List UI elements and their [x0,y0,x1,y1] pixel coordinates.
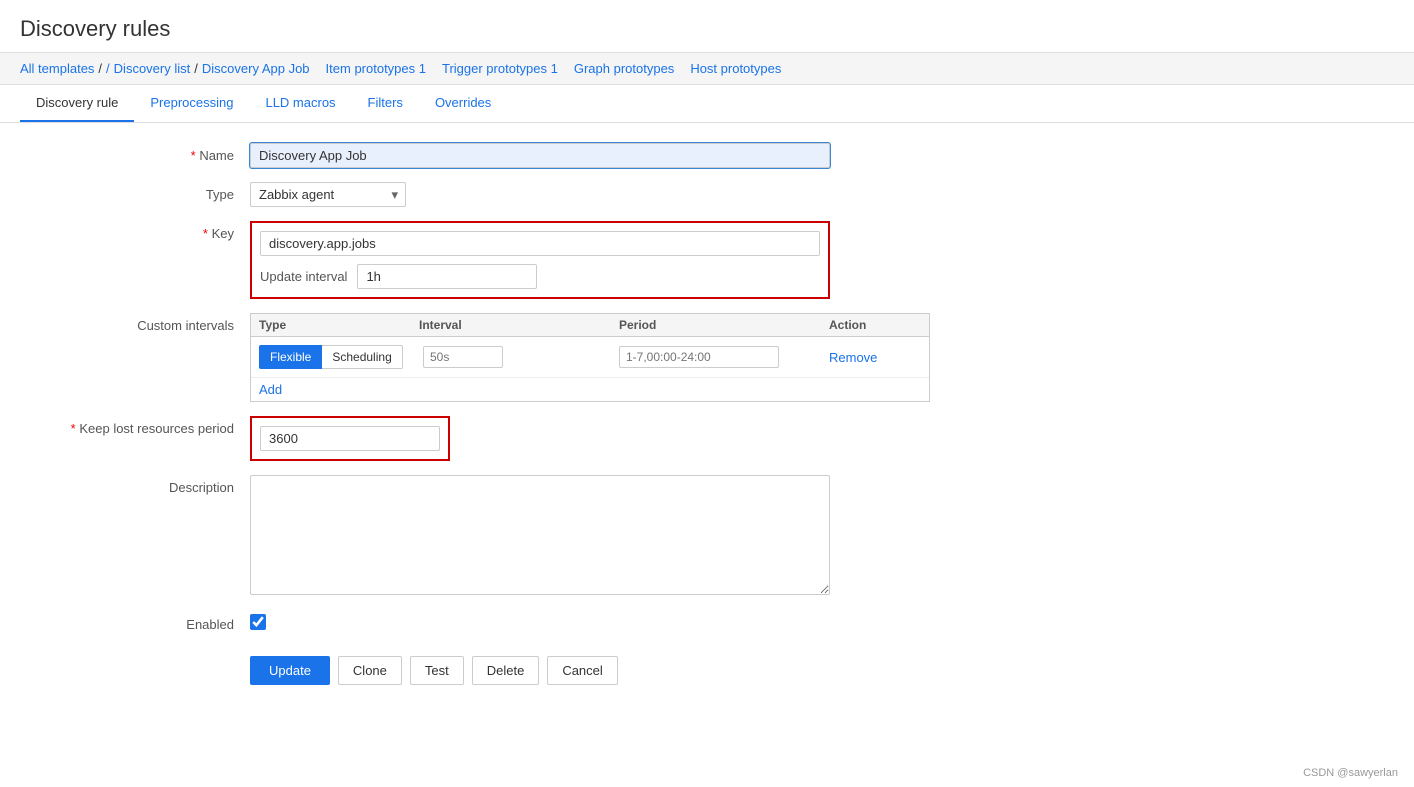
form: Name Type Zabbix agent Zabbix agent (act… [0,123,1414,715]
description-row: Description [30,475,1384,598]
cancel-button[interactable]: Cancel [547,656,617,685]
ci-interval-header: Interval [419,318,619,332]
keep-lost-input[interactable] [260,426,440,451]
footer-text: CSDN @sawyerlan [1303,767,1398,779]
tab-discovery-rule[interactable]: Discovery rule [20,85,134,122]
ci-header-row: Type Interval Period Action [251,314,929,337]
enabled-row: Enabled [30,612,1384,632]
keep-lost-row: Keep lost resources period [30,416,1384,461]
update-interval-wrapper: Update interval [260,264,820,289]
name-field [250,143,830,168]
breadcrumb-host-prototypes[interactable]: Host prototypes [690,61,781,76]
delete-button[interactable]: Delete [472,656,540,685]
enabled-label: Enabled [30,612,250,632]
key-update-row: Key Update interval [30,221,1384,299]
clone-button[interactable]: Clone [338,656,402,685]
key-input[interactable] [260,231,820,256]
page-title: Discovery rules [20,16,1394,42]
custom-intervals-label: Custom intervals [30,313,250,333]
tab-overrides[interactable]: Overrides [419,85,507,122]
ci-data-row: Flexible Scheduling Remove [251,337,929,377]
ci-interval-cell [419,346,619,368]
custom-intervals-field: Type Interval Period Action Flexible Sch… [250,313,830,402]
type-select[interactable]: Zabbix agent Zabbix agent (active) SNMP [250,182,406,207]
type-row: Type Zabbix agent Zabbix agent (active) … [30,182,1384,207]
tab-preprocessing[interactable]: Preprocessing [134,85,249,122]
description-label: Description [30,475,250,495]
tab-filters[interactable]: Filters [352,85,419,122]
test-button[interactable]: Test [410,656,464,685]
type-label: Type [30,182,250,202]
breadcrumb-sep-2: / [194,61,198,76]
action-buttons: Update Clone Test Delete Cancel [30,646,1384,695]
ci-action-cell: Remove [829,350,921,365]
btn-add[interactable]: Add [259,382,282,397]
enabled-checkbox[interactable] [250,614,266,630]
page-header: Discovery rules [0,0,1414,52]
breadcrumb-all-templates[interactable]: All templates [20,61,94,76]
keep-lost-outline [250,416,450,461]
name-row: Name [30,143,1384,168]
breadcrumb-trigger-prototypes[interactable]: Trigger prototypes 1 [442,61,558,76]
type-select-wrapper: Zabbix agent Zabbix agent (active) SNMP [250,182,406,207]
description-textarea[interactable] [250,475,830,595]
description-field [250,475,830,598]
ci-footer: Add [251,377,929,401]
name-label: Name [30,143,250,163]
breadcrumb: All templates / / Discovery list / Disco… [0,52,1414,85]
tab-lld-macros[interactable]: LLD macros [249,85,351,122]
breadcrumb-wg-template[interactable]: / [106,61,110,76]
custom-intervals-table: Type Interval Period Action Flexible Sch… [250,313,930,402]
ci-interval-input[interactable] [423,346,503,368]
name-input[interactable] [250,143,830,168]
breadcrumb-discovery-list[interactable]: Discovery list [114,61,191,76]
update-button[interactable]: Update [250,656,330,685]
key-field-wrapper [260,231,820,256]
key-update-wrapper: Update interval [250,221,830,299]
ci-period-header: Period [619,318,829,332]
type-field: Zabbix agent Zabbix agent (active) SNMP [250,182,830,207]
btn-remove[interactable]: Remove [829,350,877,365]
enabled-field [250,612,830,630]
keep-lost-label: Keep lost resources period [30,416,250,436]
btn-scheduling[interactable]: Scheduling [322,345,402,369]
enabled-checkbox-wrapper [250,612,830,630]
update-interval-label: Update interval [260,269,347,284]
breadcrumb-discovery-app-job: Discovery App Job [202,61,310,76]
custom-intervals-row: Custom intervals Type Interval Period Ac… [30,313,1384,402]
ci-type-header: Type [259,318,419,332]
update-interval-input[interactable] [357,264,537,289]
key-label: Key [30,221,250,241]
breadcrumb-sep-1: / [98,61,102,76]
ci-period-input[interactable] [619,346,779,368]
btn-flexible[interactable]: Flexible [259,345,322,369]
breadcrumb-graph-prototypes[interactable]: Graph prototypes [574,61,674,76]
ci-action-header: Action [829,318,921,332]
keep-lost-field [250,416,830,461]
footer: CSDN @sawyerlan [1287,759,1414,787]
ci-type-cell: Flexible Scheduling [259,345,419,369]
ci-period-cell [619,346,829,368]
tab-bar: Discovery rule Preprocessing LLD macros … [0,85,1414,123]
breadcrumb-item-prototypes[interactable]: Item prototypes 1 [326,61,426,76]
